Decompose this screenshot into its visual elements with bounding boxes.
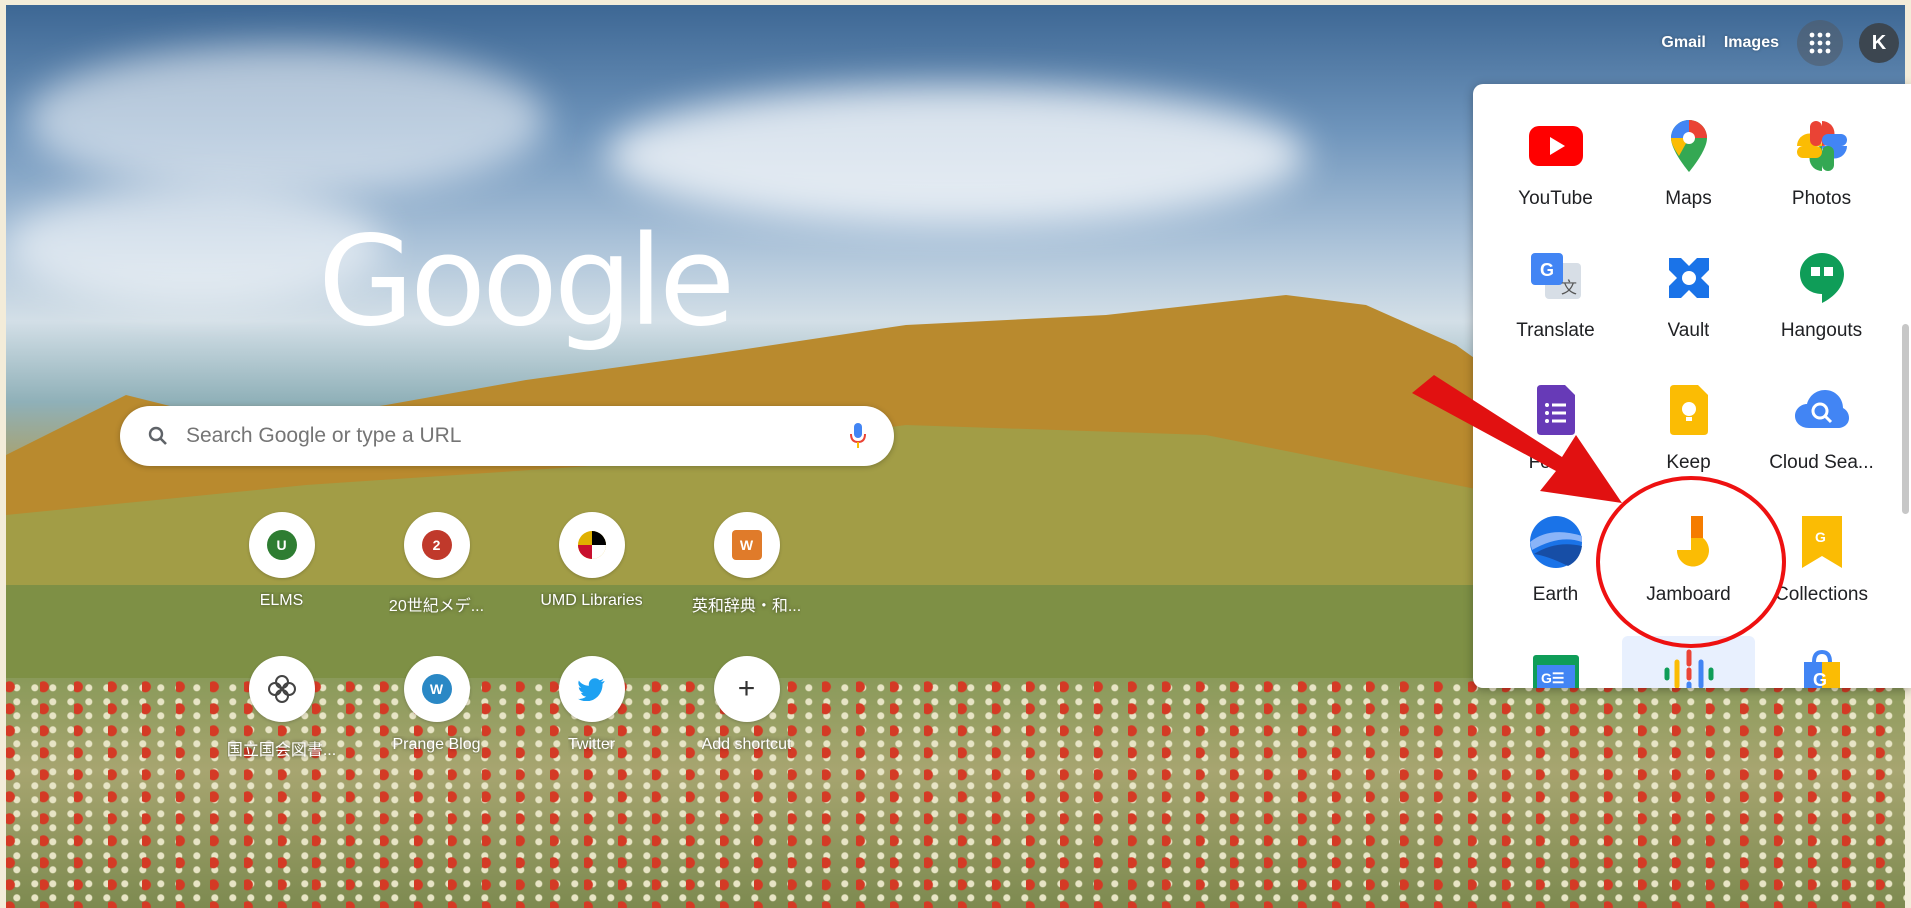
- app-maps[interactable]: Maps: [1622, 108, 1755, 232]
- shortcut-tile: 2: [403, 512, 470, 578]
- shortcut-tile: W: [403, 656, 470, 722]
- shortcut-label: 20世紀メデ...: [388, 598, 485, 615]
- shortcut-tile: U: [248, 512, 315, 578]
- app-photos[interactable]: Photos: [1755, 108, 1888, 232]
- app-translate[interactable]: G文 Translate: [1489, 240, 1622, 364]
- add-shortcut-button[interactable]: + Add shortcut: [669, 656, 824, 760]
- collections-icon: G: [1801, 516, 1842, 568]
- app-label: Maps: [1665, 188, 1712, 209]
- shortcut-prange-blog[interactable]: W Prange Blog: [359, 656, 514, 760]
- photos-icon: [1796, 121, 1847, 171]
- app-label: Collections: [1775, 584, 1868, 605]
- app-label: YouTube: [1518, 188, 1593, 209]
- translate-icon: G文: [1530, 253, 1581, 299]
- youtube-icon: [1528, 126, 1583, 166]
- app-cloud-search[interactable]: Cloud Sea...: [1755, 372, 1888, 496]
- images-link[interactable]: Images: [1724, 34, 1779, 52]
- app-hangouts[interactable]: Hangouts: [1755, 240, 1888, 364]
- shopping-icon: G: [1803, 650, 1840, 688]
- svg-text:G: G: [1813, 670, 1827, 688]
- elms-icon: U: [266, 530, 297, 560]
- shortcut-label: Twitter: [567, 736, 616, 753]
- keep-icon: [1669, 385, 1708, 435]
- app-vault[interactable]: Vault: [1622, 240, 1755, 364]
- earth-icon: [1529, 516, 1582, 568]
- cloud: [26, 45, 546, 195]
- panel-scrollbar[interactable]: [1902, 324, 1909, 514]
- cloud-search-icon: [1794, 390, 1849, 428]
- shortcut-elms[interactable]: U ELMS: [204, 512, 359, 616]
- svg-text:G: G: [1815, 529, 1826, 545]
- app-label: Translate: [1516, 320, 1595, 341]
- app-label: Cloud Sea...: [1769, 452, 1874, 473]
- app-shopping[interactable]: G: [1755, 636, 1888, 688]
- annotation-arrow-icon: [1412, 375, 1622, 503]
- app-youtube[interactable]: YouTube: [1489, 108, 1622, 232]
- app-classroom[interactable]: G☰: [1489, 636, 1622, 688]
- shortcut-label: Prange Blog: [392, 736, 481, 753]
- svg-text:G☰: G☰: [1541, 670, 1564, 686]
- maryland-flag-icon: [577, 531, 606, 559]
- weblio-icon: W: [731, 530, 762, 560]
- account-avatar[interactable]: K: [1859, 23, 1899, 63]
- shortcut-twitter[interactable]: Twitter: [514, 656, 669, 760]
- shortcut-tile: [558, 656, 625, 722]
- app-label: Hangouts: [1780, 320, 1863, 341]
- svg-text:文: 文: [1561, 278, 1577, 297]
- svg-text:G: G: [1540, 260, 1554, 280]
- search-box[interactable]: [120, 406, 894, 466]
- vault-icon: [1668, 258, 1709, 298]
- app-label: Vault: [1667, 320, 1710, 341]
- plus-icon: +: [737, 672, 756, 705]
- hangouts-icon: [1799, 253, 1844, 303]
- shortcut-label: Add shortcut: [701, 736, 792, 753]
- shortcut-tile: [558, 512, 625, 578]
- shortcut-label: ELMS: [259, 592, 304, 609]
- grid-icon: [1809, 32, 1831, 54]
- search-input[interactable]: [184, 423, 850, 449]
- shortcut-tile: W: [713, 512, 780, 578]
- shortcut-umd-libraries[interactable]: UMD Libraries: [514, 512, 669, 616]
- shortcut-tile: [248, 656, 315, 722]
- site-icon: 2: [421, 530, 452, 560]
- search-icon: [148, 426, 167, 445]
- shortcut-label: 英和辞典・和...: [691, 598, 802, 615]
- shortcut-label: UMD Libraries: [540, 592, 643, 609]
- annotation-circle: [1596, 476, 1786, 648]
- microphone-icon[interactable]: [850, 423, 866, 449]
- classroom-icon: G☰: [1532, 655, 1579, 688]
- wordpress-icon: W: [421, 674, 452, 704]
- podcasts-icon: [1664, 649, 1713, 688]
- shortcut-label: 国立国会図書...: [226, 742, 337, 759]
- app-label: Photos: [1791, 188, 1852, 209]
- twitter-bird-icon: [577, 678, 605, 701]
- ndl-flower-icon: [267, 675, 296, 703]
- google-logo: Google: [318, 210, 735, 354]
- shortcut-tile: +: [713, 656, 780, 722]
- shortcuts-grid: U ELMS 2 20世紀メデ... UMD Libraries W 英和辞典・…: [204, 512, 824, 760]
- app-label: Keep: [1666, 452, 1711, 473]
- gmail-link[interactable]: Gmail: [1661, 34, 1705, 52]
- app-label: Earth: [1532, 584, 1579, 605]
- google-apps-button[interactable]: [1797, 20, 1843, 66]
- shortcut-20seiki[interactable]: 2 20世紀メデ...: [359, 512, 514, 616]
- maps-icon: [1670, 120, 1707, 172]
- shortcut-eiwa-jiten[interactable]: W 英和辞典・和...: [669, 512, 824, 616]
- top-bar: Gmail Images K: [1661, 0, 1911, 86]
- shortcut-ndl[interactable]: 国立国会図書...: [204, 656, 359, 760]
- cloud: [606, 85, 1306, 225]
